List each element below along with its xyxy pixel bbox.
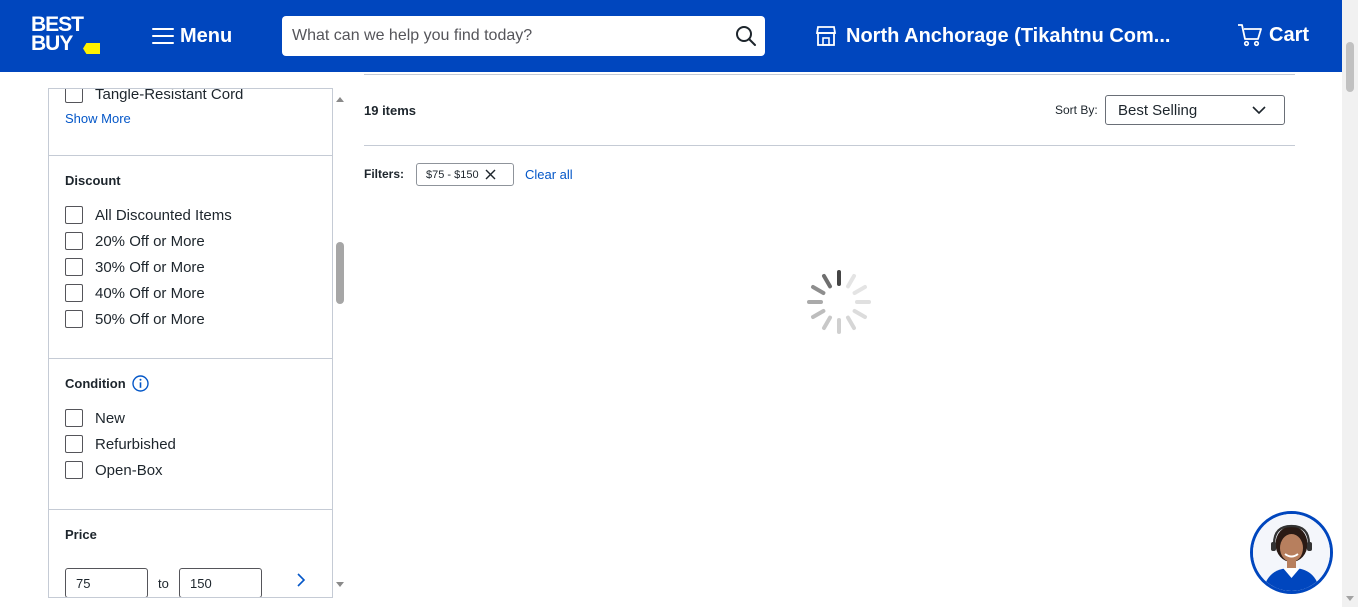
- search-icon[interactable]: [735, 25, 757, 47]
- sidebar-border: [48, 88, 333, 89]
- filter-option-label: All Discounted Items: [95, 206, 232, 224]
- sort-by-value: Best Selling: [1118, 102, 1198, 119]
- search-bar: [282, 16, 765, 56]
- checkbox[interactable]: [65, 88, 83, 103]
- checkbox[interactable]: [65, 409, 83, 427]
- facet-title-discount: Discount: [65, 173, 121, 188]
- facet-divider: [49, 155, 332, 156]
- facet-title-price: Price: [65, 527, 97, 542]
- store-label: North Anchorage (Tikahtnu Com...: [846, 24, 1171, 47]
- filter-option-refurbished[interactable]: Refurbished: [65, 435, 176, 453]
- sort-by-label: Sort By:: [1055, 103, 1098, 117]
- checkbox[interactable]: [65, 310, 83, 328]
- info-icon[interactable]: [132, 375, 149, 392]
- checkbox[interactable]: [65, 206, 83, 224]
- filter-option-label: 30% Off or More: [95, 258, 205, 276]
- results-divider: [364, 145, 1295, 146]
- active-filter-label: $75 - $150: [426, 168, 479, 181]
- checkbox[interactable]: [65, 461, 83, 479]
- sidebar-scrollbar-thumb[interactable]: [336, 242, 344, 304]
- filter-option-new[interactable]: New: [65, 409, 125, 427]
- filter-option-40-off[interactable]: 40% Off or More: [65, 284, 205, 302]
- sidebar-scrollbar[interactable]: [333, 88, 348, 598]
- cart-button[interactable]: Cart: [1237, 23, 1309, 47]
- filter-option-30-off[interactable]: 30% Off or More: [65, 258, 205, 276]
- sort-by-select[interactable]: Best Selling: [1105, 95, 1285, 125]
- site-header: BEST BUY Menu North Anchorage (Tikahtnu …: [0, 0, 1342, 72]
- filter-option-label: Tangle-Resistant Cord: [95, 88, 244, 103]
- filters-label: Filters:: [364, 167, 405, 181]
- filter-option-label: 50% Off or More: [95, 310, 205, 328]
- chevron-right-icon[interactable]: [294, 572, 308, 588]
- filter-option-20-off[interactable]: 20% Off or More: [65, 232, 205, 250]
- agent-avatar-icon: [1253, 514, 1330, 591]
- scroll-down-icon[interactable]: [336, 582, 344, 587]
- page-scrollbar[interactable]: [1342, 0, 1358, 607]
- clear-all-link[interactable]: Clear all: [525, 167, 573, 182]
- cart-icon: [1238, 24, 1262, 47]
- sidebar-border: [48, 597, 333, 598]
- filter-option-tangle-resistant-cord[interactable]: Tangle-Resistant Cord: [65, 88, 243, 103]
- loading-spinner-icon: [807, 270, 871, 334]
- search-input[interactable]: [282, 16, 722, 56]
- price-max-input[interactable]: [179, 568, 262, 598]
- filter-option-all-discounted[interactable]: All Discounted Items: [65, 206, 232, 224]
- store-icon: [815, 26, 837, 46]
- store-selector[interactable]: North Anchorage (Tikahtnu Com...: [814, 24, 1170, 48]
- cart-label: Cart: [1269, 23, 1310, 46]
- checkbox[interactable]: [65, 435, 83, 453]
- facet-title-condition: Condition: [65, 376, 126, 391]
- scroll-up-icon[interactable]: [336, 97, 344, 102]
- filter-sidebar: Tangle-Resistant Cord Show More Discount…: [48, 88, 333, 598]
- page-scrollbar-thumb[interactable]: [1346, 42, 1354, 92]
- close-icon[interactable]: [485, 169, 496, 180]
- filter-option-label: Refurbished: [95, 435, 176, 453]
- best-buy-logo[interactable]: BEST BUY: [31, 14, 101, 57]
- filter-option-label: New: [95, 409, 126, 427]
- item-count: 19 items: [364, 103, 417, 118]
- facet-divider: [49, 358, 332, 359]
- logo-tag-icon: [83, 43, 100, 54]
- menu-label: Menu: [180, 24, 233, 47]
- chevron-down-icon: [1252, 106, 1266, 115]
- filter-option-label: 20% Off or More: [95, 232, 205, 250]
- hamburger-icon: [152, 28, 174, 44]
- price-min-input[interactable]: [65, 568, 148, 598]
- filter-option-50-off[interactable]: 50% Off or More: [65, 310, 205, 328]
- filter-option-label: 40% Off or More: [95, 284, 205, 302]
- price-to-label: to: [158, 576, 169, 591]
- checkbox[interactable]: [65, 232, 83, 250]
- chat-assistant-avatar[interactable]: [1250, 511, 1333, 594]
- checkbox[interactable]: [65, 284, 83, 302]
- active-filter-chip[interactable]: $75 - $150: [416, 163, 514, 186]
- page-scroll-down-icon[interactable]: [1346, 596, 1354, 601]
- menu-button[interactable]: Menu: [152, 22, 232, 50]
- results-top-divider: [364, 74, 1295, 75]
- show-more-link[interactable]: Show More: [65, 111, 131, 126]
- filter-option-open-box[interactable]: Open-Box: [65, 461, 163, 479]
- filter-option-label: Open-Box: [95, 461, 163, 479]
- checkbox[interactable]: [65, 258, 83, 276]
- facet-divider: [49, 509, 332, 510]
